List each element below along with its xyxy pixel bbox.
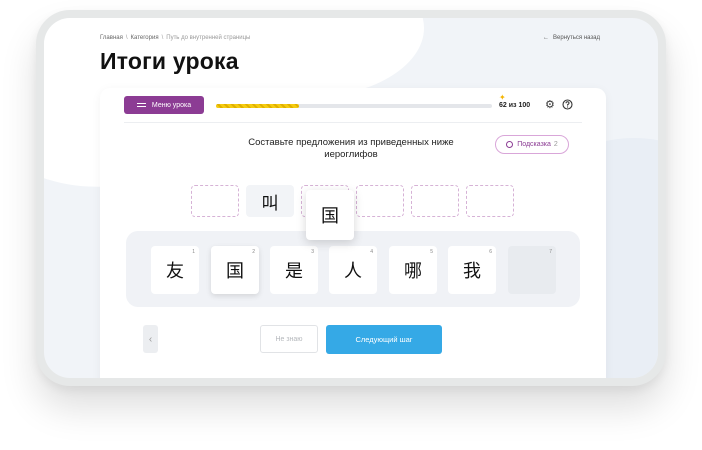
hint-count: 2 [553,141,558,148]
gear-icon[interactable]: ⚙ [545,99,555,111]
breadcrumb-item-current: Путь до внутренней страницы [166,35,251,41]
divider [124,122,582,123]
breadcrumb-separator: \ [125,35,128,41]
character-tile[interactable]: 国 2 [211,246,259,294]
back-link-label: Вернуться назад [553,35,600,41]
answer-slot[interactable] [411,185,459,217]
character-tile-empty: 7 [508,246,556,294]
progress-bar [216,104,492,108]
tile-number: 5 [430,249,433,255]
character-tile[interactable]: 友 1 [151,246,199,294]
lesson-menu-button[interactable]: Меню урока [124,96,204,114]
answer-slot-filled[interactable]: 叫 [246,185,294,217]
breadcrumb-item-category[interactable]: Категория [131,35,159,41]
previous-button[interactable]: ‹ [143,325,158,353]
help-circle-icon[interactable] [562,99,573,113]
star-icon: ✦ [499,93,506,102]
progress-fill [216,104,299,108]
tile-character: 是 [285,261,303,282]
character-tile[interactable]: 哪 5 [389,246,437,294]
answer-slot[interactable] [466,185,514,217]
hint-label: Подсказка [517,141,551,148]
tile-number: 7 [549,249,552,255]
tablet-screen: Главная \ Категория \ Путь до внутренней стр… [44,18,658,378]
breadcrumb-item-home[interactable]: Главная [100,35,123,41]
tile-number: 3 [311,249,314,255]
lightbulb-icon [506,141,514,148]
tile-character: 哪 [404,261,422,282]
back-link[interactable]: ← Вернуться назад [543,35,600,41]
tile-character: 友 [166,261,184,282]
tile-number: 6 [489,249,492,255]
breadcrumb-separator: \ [161,35,164,41]
tile-character: 我 [463,261,481,282]
arrow-left-icon: ← [543,35,550,41]
hint-button[interactable]: Подсказка 2 [495,135,569,154]
lesson-card: Меню урока ✦ 62 из 100 ⚙ Составьте предл… [100,88,606,378]
answer-slot[interactable] [356,185,404,217]
dragging-character-tile[interactable]: 国 [306,190,354,240]
breadcrumb: Главная \ Категория \ Путь до внутренней стр… [100,35,250,41]
character-tray: 友 1 国 2 是 3 人 4 哪 5 我 6 7 [126,231,580,307]
answer-slot[interactable] [191,185,239,217]
character-tile[interactable]: 我 6 [448,246,496,294]
character-tile[interactable]: 是 3 [270,246,318,294]
lesson-menu-label: Меню урока [151,101,192,109]
tile-character: 国 [226,261,244,282]
character-tile[interactable]: 人 4 [329,246,377,294]
page-title: Итоги урока [100,48,239,74]
task-instruction: Составьте предложения из приведенных ниж… [248,137,454,160]
tablet-frame: Главная \ Категория \ Путь до внутренней стр… [36,10,666,386]
tile-number: 1 [192,249,195,255]
hamburger-icon [136,101,146,109]
score-value: 62 из 100 [499,102,531,109]
chevron-left-icon: ‹ [148,333,153,345]
tile-character: 人 [344,261,362,282]
dont-know-button[interactable]: Не знаю [260,325,318,353]
tile-number: 4 [370,249,373,255]
tile-number: 2 [252,249,255,255]
next-step-button[interactable]: Следующий шаг [326,325,442,354]
